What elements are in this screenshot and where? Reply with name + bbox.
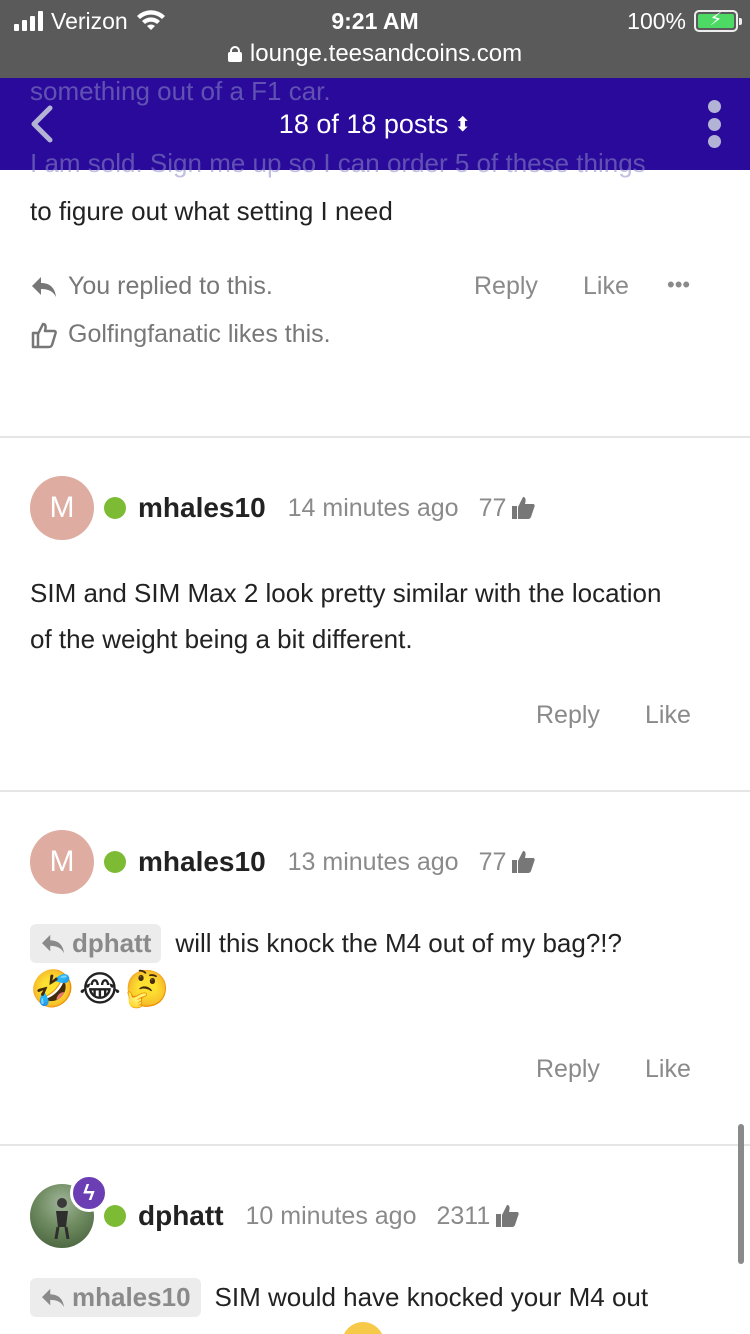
reputation-value: 2311 <box>436 1201 491 1230</box>
reply-button[interactable]: Reply <box>536 1055 600 1084</box>
post-3-text: will this knock the M4 out of my bag?!? <box>175 928 622 958</box>
obscured-post-text-2: I am sold. Sign me up so I can order 5 o… <box>30 148 646 178</box>
battery-percent: 100% <box>627 7 686 34</box>
likes-note-text: Golfingfanatic likes this. <box>68 320 331 348</box>
emoji-row: 🤣 😂 🤔 <box>30 966 170 1012</box>
post-4-body: mhales10 SIM would have knocked your M4 … <box>30 1278 648 1317</box>
rofl-emoji-icon: 🤣 <box>30 968 75 1009</box>
avatar[interactable]: M <box>30 476 94 540</box>
thumbs-up-outline-icon <box>31 322 57 348</box>
more-menu-button[interactable] <box>706 100 722 148</box>
post-4-header: ϟ dphatt 10 minutes ago 2311 <box>30 1174 520 1248</box>
avatar-letter: M <box>49 845 75 878</box>
reply-arrow-icon <box>32 276 56 297</box>
replied-note: You replied to this. <box>30 272 273 301</box>
reply-arrow-icon <box>42 934 64 953</box>
post-counter[interactable]: 18 of 18 posts ⬍ <box>0 106 750 142</box>
post-counter-label: 18 of 18 posts <box>278 109 449 139</box>
post-3-header: M mhales10 13 minutes ago 77 <box>30 830 536 894</box>
scrollbar[interactable] <box>738 1124 744 1264</box>
online-indicator <box>104 497 126 519</box>
post-4-text: SIM would have knocked your M4 out <box>214 1282 649 1312</box>
avatar[interactable]: M <box>30 830 94 894</box>
username[interactable]: mhales10 <box>138 846 266 878</box>
quoted-user-chip[interactable]: mhales10 <box>30 1278 201 1317</box>
like-button[interactable]: Like <box>583 272 629 301</box>
reply-button[interactable]: Reply <box>536 701 600 730</box>
post-3-body: dphatt will this knock the M4 out of my … <box>30 924 622 963</box>
post-divider <box>0 436 750 438</box>
reply-button[interactable]: Reply <box>474 272 538 301</box>
online-indicator <box>104 851 126 873</box>
reputation: 77 <box>479 848 537 877</box>
quoted-username: dphatt <box>72 928 152 958</box>
username[interactable]: dphatt <box>138 1200 224 1232</box>
reputation: 77 <box>479 494 537 523</box>
username[interactable]: mhales10 <box>138 492 266 524</box>
post-2-header: M mhales10 14 minutes ago 77 <box>30 476 536 540</box>
quoted-user-chip[interactable]: dphatt <box>30 924 162 963</box>
status-bar: Verizon 9:21 AM 100% ⚡ lounge.teesandcoi… <box>0 0 750 78</box>
quoted-username: mhales10 <box>72 1282 191 1312</box>
post-1-text: to figure out what setting I need <box>30 196 393 226</box>
reply-arrow-icon <box>42 1288 64 1307</box>
url-text: lounge.teesandcoins.com <box>249 40 523 67</box>
post-options-icon[interactable]: ••• <box>667 272 690 298</box>
avatar-photo[interactable]: ϟ <box>30 1174 108 1248</box>
thinking-emoji-icon: 🤔 <box>124 968 170 1009</box>
lightning-icon: ϟ <box>83 1180 95 1205</box>
online-indicator <box>104 1205 126 1227</box>
address-bar[interactable]: lounge.teesandcoins.com <box>0 38 750 70</box>
reputation-value: 77 <box>478 847 507 876</box>
thumbs-up-icon <box>496 1205 519 1227</box>
lock-icon <box>227 46 242 62</box>
obscured-post-text: something out of a F1 car. <box>30 76 331 106</box>
likes-note: Golfingfanatic likes this. <box>30 320 331 349</box>
tears-of-joy-emoji-icon: 😂 <box>78 968 121 1009</box>
thumbs-up-icon <box>512 851 536 873</box>
post-time[interactable]: 10 minutes ago <box>246 1202 417 1231</box>
battery-icon: ⚡ <box>694 9 742 32</box>
reputation: 2311 <box>436 1202 520 1231</box>
sort-icon: ⬍ <box>454 114 472 136</box>
post-2-text: SIM and SIM Max 2 look pretty similar wi… <box>30 578 662 654</box>
replied-note-text: You replied to this. <box>68 272 273 300</box>
like-button[interactable]: Like <box>645 701 691 730</box>
reputation-value: 77 <box>478 493 507 522</box>
status-right: 100% ⚡ <box>627 6 742 36</box>
like-button[interactable]: Like <box>645 1055 691 1084</box>
post-divider <box>0 1144 750 1146</box>
post-time[interactable]: 14 minutes ago <box>288 494 459 523</box>
member-badge: ϟ <box>70 1174 108 1212</box>
partial-emoji-icon <box>342 1322 384 1334</box>
avatar-letter: M <box>49 491 75 524</box>
post-divider <box>0 790 750 792</box>
thumbs-up-icon <box>512 497 536 519</box>
post-time[interactable]: 13 minutes ago <box>288 848 459 877</box>
